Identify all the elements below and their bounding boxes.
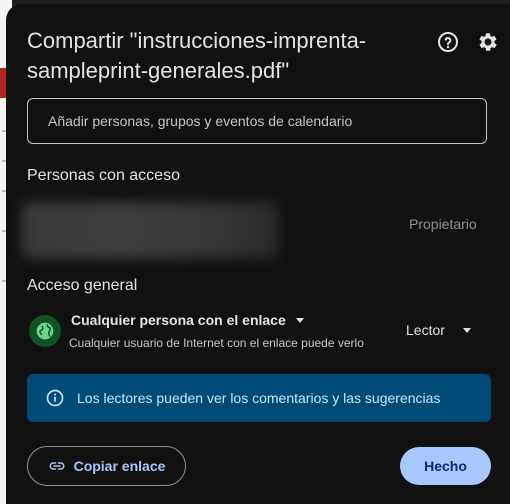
done-button[interactable]: Hecho — [400, 447, 491, 485]
settings-button[interactable] — [476, 30, 500, 54]
general-access-heading: Acceso general — [27, 277, 138, 294]
copy-link-button[interactable]: Copiar enlace — [27, 446, 186, 486]
globe-glyph — [36, 322, 54, 340]
dialog-title: Compartir "instrucciones-imprenta-sample… — [27, 28, 367, 83]
link-icon — [49, 462, 65, 470]
owner-role-label: Propietario — [409, 216, 477, 232]
info-icon — [45, 388, 65, 408]
help-button[interactable] — [436, 30, 460, 54]
people-with-access-heading: Personas con acceso — [27, 167, 180, 184]
help-circle-icon — [438, 32, 458, 52]
general-access-scope-label: Cualquier persona con el enlace — [71, 312, 286, 328]
info-banner-text: Los lectores pueden ver los comentarios … — [77, 390, 441, 406]
globe-icon — [29, 315, 61, 347]
chevron-down-icon — [295, 317, 304, 323]
share-dialog: Compartir "instrucciones-imprenta-sample… — [6, 4, 510, 504]
role-dropdown[interactable]: Lector — [406, 322, 471, 338]
general-access-scope-dropdown[interactable]: Cualquier persona con el enlace — [71, 312, 304, 328]
add-people-input[interactable] — [27, 98, 487, 144]
copy-link-label: Copiar enlace — [73, 458, 166, 474]
owner-avatar-blurred — [22, 202, 278, 258]
gear-icon — [479, 33, 497, 51]
general-access-description: Cualquier usuario de Internet con el enl… — [69, 336, 364, 350]
chevron-down-icon — [462, 327, 471, 333]
role-label: Lector — [406, 322, 445, 338]
info-banner: Los lectores pueden ver los comentarios … — [27, 374, 491, 422]
